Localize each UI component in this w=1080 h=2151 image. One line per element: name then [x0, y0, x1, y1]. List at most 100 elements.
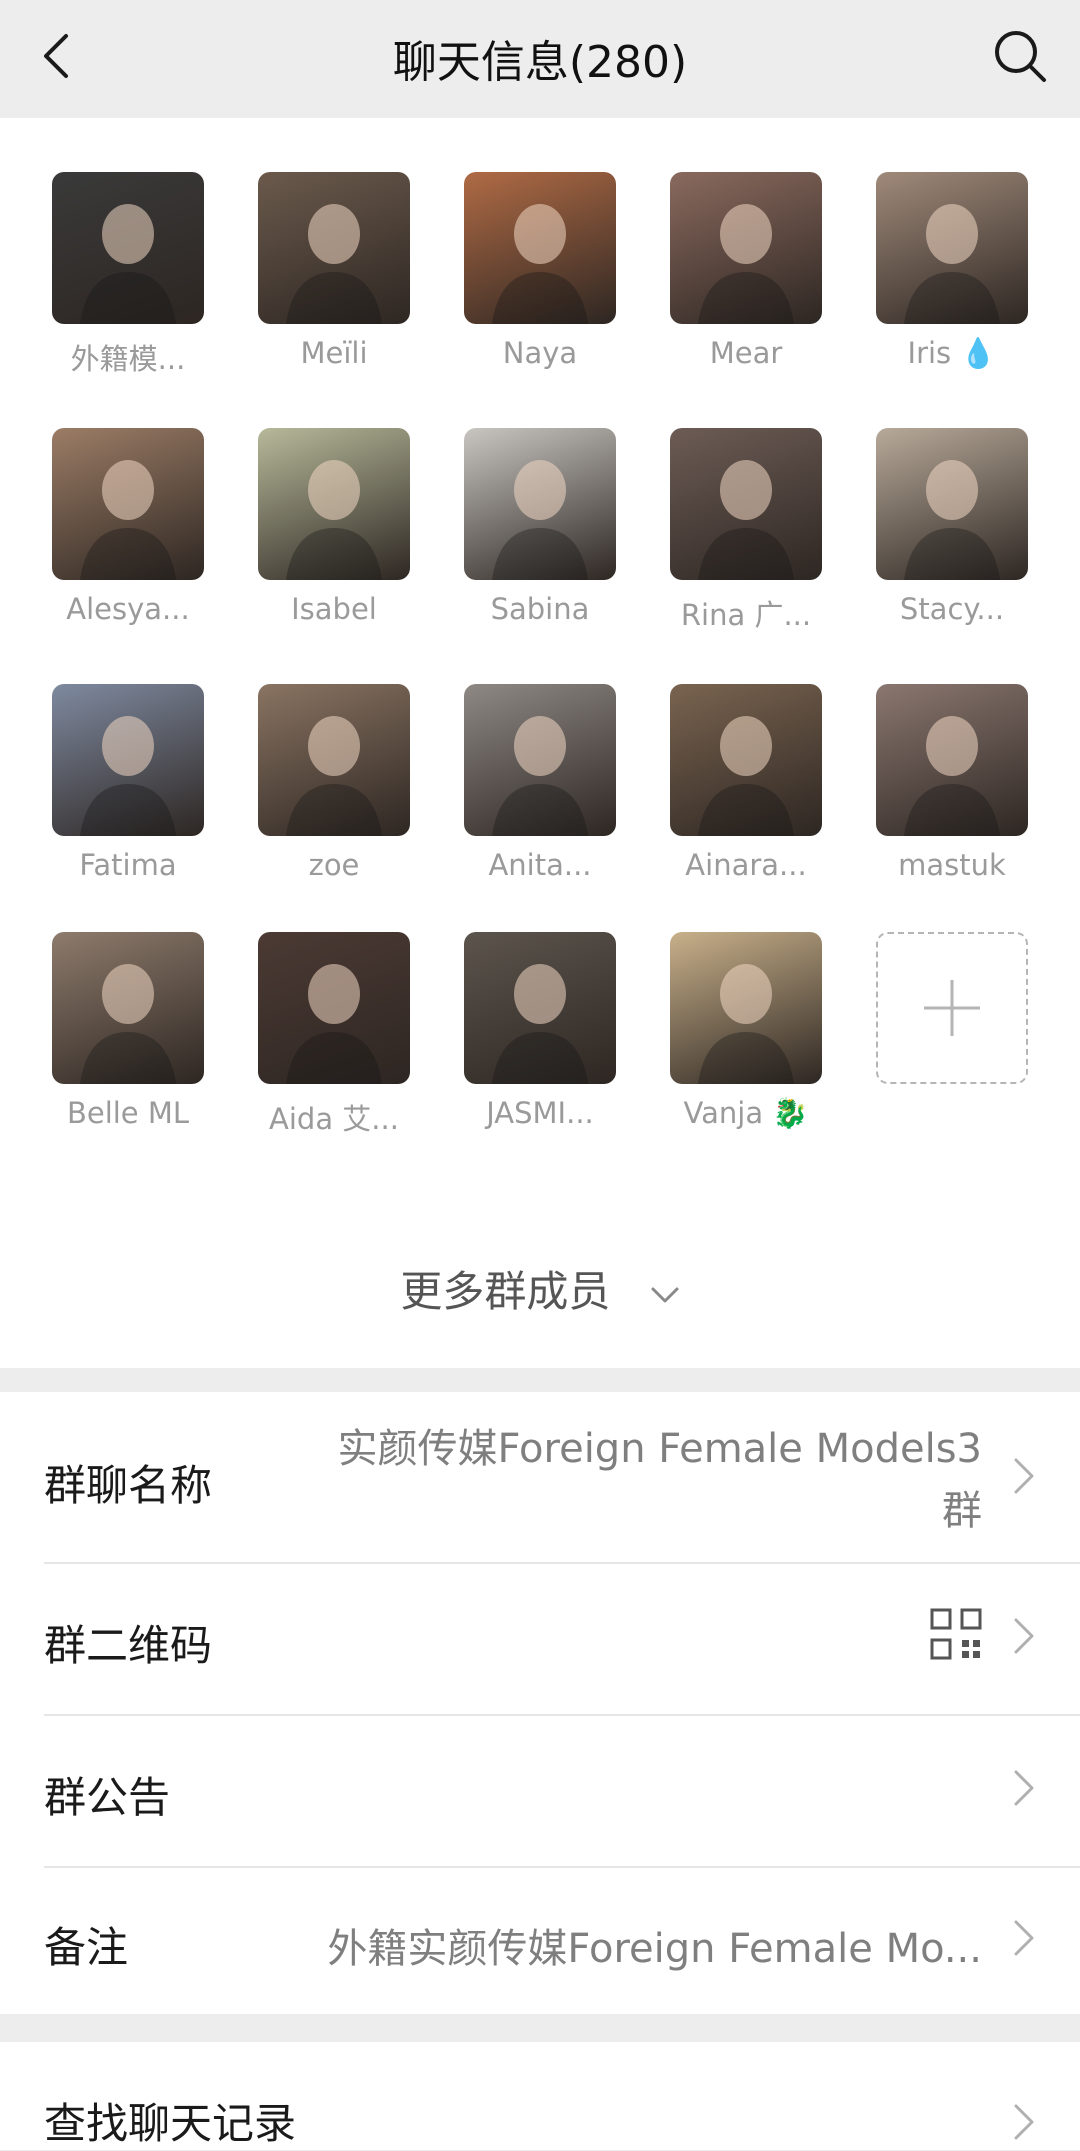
chevron-right-icon: [1014, 1458, 1034, 1494]
member-item[interactable]: Isabel: [258, 428, 410, 634]
member-avatar[interactable]: [464, 428, 616, 580]
person-silhouette-icon: [698, 716, 794, 836]
person-silhouette-icon: [492, 716, 588, 836]
qr-code-icon: [930, 1608, 982, 1660]
member-item[interactable]: Alesya...: [52, 428, 204, 634]
member-name: Naya: [502, 336, 578, 370]
member-name: Mear: [709, 336, 783, 370]
add-member-button[interactable]: [876, 932, 1028, 1138]
person-silhouette-icon: [286, 716, 382, 836]
group-qr-label: 群二维码: [44, 1621, 213, 1670]
member-avatar[interactable]: [52, 684, 204, 836]
chevron-right-icon: [1014, 1920, 1034, 1956]
group-notice-label: 群公告: [44, 1773, 171, 1822]
member-name: Aida 艾...: [269, 1102, 399, 1136]
chevron-right-icon: [1014, 1618, 1034, 1654]
page-title: 聊天信息(280): [392, 37, 688, 88]
member-item[interactable]: Vanja 🐉: [670, 932, 822, 1138]
group-settings-list: 群聊名称 实颜传媒Foreign Female Models3 群 群二维码 群…: [0, 1392, 1080, 2014]
member-name: Stacy...: [899, 592, 1005, 626]
chevron-down-icon: [651, 1287, 679, 1302]
member-avatar[interactable]: [258, 172, 410, 324]
member-item[interactable]: Mear: [670, 172, 822, 378]
member-avatar[interactable]: [670, 684, 822, 836]
member-item[interactable]: 外籍模...: [52, 172, 204, 378]
member-avatar[interactable]: [670, 172, 822, 324]
member-item[interactable]: Naya: [464, 172, 616, 378]
person-silhouette-icon: [80, 716, 176, 836]
member-name: Rina 广...: [680, 598, 812, 632]
member-name: Sabina: [490, 592, 590, 626]
person-silhouette-icon: [698, 460, 794, 580]
chevron-right-icon: [1014, 2104, 1034, 2140]
chevron-right-icon: [1014, 1770, 1034, 1806]
member-item[interactable]: Ainara...: [670, 684, 822, 882]
member-avatar[interactable]: [464, 932, 616, 1084]
member-item[interactable]: Iris 💧: [876, 172, 1028, 378]
member-avatar[interactable]: [464, 172, 616, 324]
person-silhouette-icon: [698, 204, 794, 324]
member-avatar[interactable]: [52, 428, 204, 580]
member-avatar[interactable]: [464, 684, 616, 836]
person-silhouette-icon: [698, 964, 794, 1084]
person-silhouette-icon: [492, 460, 588, 580]
member-name: Isabel: [291, 592, 377, 626]
group-name-value-line1: 实颜传媒Foreign Female Models3: [337, 1426, 982, 1472]
member-name: Anita...: [488, 848, 592, 882]
member-item[interactable]: Belle ML: [52, 932, 204, 1138]
person-silhouette-icon: [80, 964, 176, 1084]
member-avatar[interactable]: [258, 932, 410, 1084]
person-silhouette-icon: [904, 204, 1000, 324]
member-name: Ainara...: [685, 848, 807, 882]
member-name: Iris 💧: [907, 336, 997, 370]
member-item[interactable]: Fatima: [52, 684, 204, 882]
member-avatar[interactable]: [670, 428, 822, 580]
group-notice-row[interactable]: 群公告: [0, 1716, 1080, 1864]
more-members-button[interactable]: 更多群成员: [0, 1258, 1080, 1319]
member-name: Meïli: [300, 336, 368, 370]
member-avatar[interactable]: [258, 428, 410, 580]
plus-icon: [924, 980, 980, 1036]
member-avatar[interactable]: [876, 428, 1028, 580]
group-qr-row[interactable]: 群二维码: [0, 1564, 1080, 1712]
person-silhouette-icon: [904, 460, 1000, 580]
search-chat-history-row[interactable]: 查找聊天记录: [0, 2042, 1080, 2150]
group-name-label: 群聊名称: [44, 1461, 213, 1510]
member-avatar[interactable]: [876, 172, 1028, 324]
search-icon[interactable]: [988, 24, 1052, 88]
member-name: JASMI...: [486, 1096, 594, 1130]
member-avatar[interactable]: [52, 172, 204, 324]
member-name: Fatima: [79, 848, 177, 882]
group-members-panel: 外籍模... Meïli Naya Mear Iris 💧 Alesya... Isabel…: [0, 118, 1080, 1368]
member-name: Belle ML: [66, 1096, 190, 1130]
add-member-box[interactable]: [876, 932, 1028, 1084]
member-grid: 外籍模... Meïli Naya Mear Iris 💧 Alesya... Isabel…: [52, 172, 1028, 1138]
group-name-value: 实颜传媒Foreign Female Models3 群: [337, 1418, 982, 1542]
member-item[interactable]: Anita...: [464, 684, 616, 882]
person-silhouette-icon: [286, 204, 382, 324]
member-item[interactable]: Rina 广...: [670, 428, 822, 634]
member-avatar[interactable]: [52, 932, 204, 1084]
person-silhouette-icon: [80, 204, 176, 324]
member-avatar[interactable]: [670, 932, 822, 1084]
search-chat-history-label: 查找聊天记录: [44, 2099, 297, 2148]
more-members-label: 更多群成员: [400, 1267, 611, 1316]
member-item[interactable]: mastuk: [876, 684, 1028, 882]
group-name-row[interactable]: 群聊名称 实颜传媒Foreign Female Models3 群: [0, 1392, 1080, 1560]
member-name: Vanja 🐉: [683, 1096, 809, 1130]
member-avatar[interactable]: [876, 684, 1028, 836]
member-item[interactable]: Stacy...: [876, 428, 1028, 634]
member-item[interactable]: Meïli: [258, 172, 410, 378]
person-silhouette-icon: [492, 204, 588, 324]
member-avatar[interactable]: [258, 684, 410, 836]
member-item[interactable]: JASMI...: [464, 932, 616, 1138]
member-item[interactable]: zoe: [258, 684, 410, 882]
person-silhouette-icon: [286, 460, 382, 580]
member-item[interactable]: Sabina: [464, 428, 616, 634]
member-name: mastuk: [898, 848, 1006, 882]
group-name-value-line2: 群: [942, 1488, 982, 1534]
remark-value: 外籍实颜传媒Foreign Female Mo...: [327, 1926, 982, 1972]
member-name: 外籍模...: [70, 342, 186, 376]
remark-row[interactable]: 备注 外籍实颜传媒Foreign Female Mo...: [0, 1868, 1080, 2014]
member-item[interactable]: Aida 艾...: [258, 932, 410, 1138]
